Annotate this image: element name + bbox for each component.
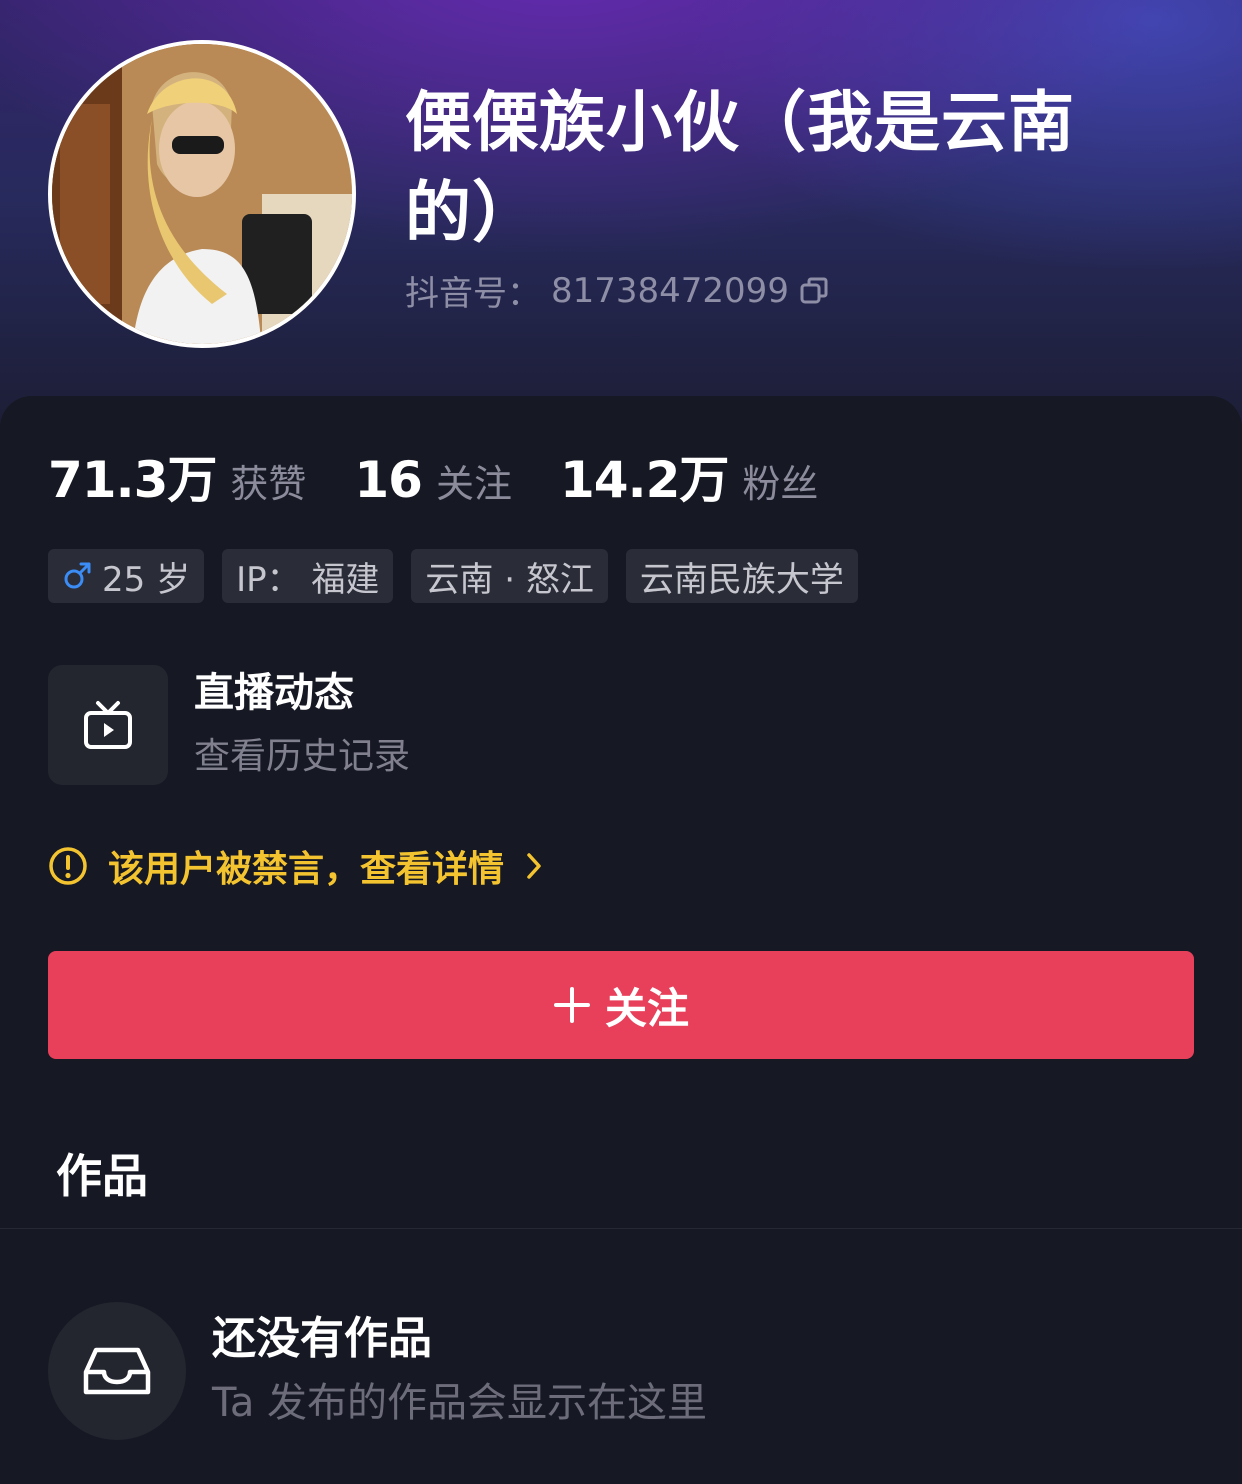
live-history-entry[interactable]: 直播动态 查看历史记录 xyxy=(48,663,410,787)
stat-followers[interactable]: 14.2万 粉丝 xyxy=(560,440,818,512)
avatar[interactable] xyxy=(48,40,356,348)
avatar-photo xyxy=(52,44,352,344)
live-text: 直播动态 查看历史记录 xyxy=(194,663,410,787)
stat-label: 获赞 xyxy=(230,462,307,506)
empty-icon-box xyxy=(48,1302,186,1440)
stats-row: 71.3万 获赞 16 关注 14.2万 粉丝 xyxy=(48,440,866,512)
profile-name: 傈傈族小伙（我是云南的） xyxy=(405,84,1075,251)
tag-location: 云南 · 怒江 xyxy=(411,549,608,603)
empty-works: 还没有作品 Ta 发布的作品会显示在这里 xyxy=(48,1302,707,1440)
douyin-id-label: 抖音号： xyxy=(405,274,541,314)
douyin-id-value: 81738472099 xyxy=(551,270,789,311)
tag-age: 25 岁 xyxy=(48,549,205,603)
inbox-icon xyxy=(83,1347,151,1395)
stat-value: 71.3万 xyxy=(48,451,217,509)
ban-notice-text: 该用户被禁言，查看详情 xyxy=(108,849,505,890)
tag-age-label: 25 岁 xyxy=(102,559,191,600)
tab-works[interactable]: 作品 xyxy=(56,1140,148,1206)
empty-subtitle: Ta 发布的作品会显示在这里 xyxy=(212,1380,708,1426)
stat-value: 14.2万 xyxy=(560,451,729,509)
plus-icon xyxy=(553,987,590,1023)
follow-button-label: 关注 xyxy=(604,983,689,1033)
profile-tags: 25 岁 IP： 福建 云南 · 怒江 云南民族大学 xyxy=(48,549,858,603)
warning-icon xyxy=(49,847,87,885)
male-icon xyxy=(64,562,91,589)
stat-likes[interactable]: 71.3万 获赞 xyxy=(48,440,306,512)
douyin-id[interactable]: 抖音号： 81738472099 xyxy=(405,266,829,315)
live-subtitle: 查看历史记录 xyxy=(194,736,411,777)
live-title: 直播动态 xyxy=(194,670,354,716)
tv-icon xyxy=(84,701,132,749)
tab-divider xyxy=(0,1228,1242,1229)
chevron-right-icon xyxy=(527,853,541,879)
follow-button[interactable]: 关注 xyxy=(48,951,1194,1059)
tag-ip-label: IP： 福建 xyxy=(236,559,380,600)
tag-school[interactable]: 云南民族大学 xyxy=(625,549,858,603)
tag-ip: IP： 福建 xyxy=(222,549,394,603)
ban-notice[interactable]: 该用户被禁言，查看详情 xyxy=(48,840,544,892)
copy-icon[interactable] xyxy=(799,276,829,306)
stat-label: 粉丝 xyxy=(742,462,819,506)
empty-title: 还没有作品 xyxy=(212,1313,432,1364)
stat-following[interactable]: 16 关注 xyxy=(354,451,512,509)
live-icon-box xyxy=(48,665,168,785)
empty-text: 还没有作品 Ta 发布的作品会显示在这里 xyxy=(212,1308,707,1434)
stat-value: 16 xyxy=(354,451,423,509)
stat-label: 关注 xyxy=(435,462,512,506)
tag-location-label: 云南 · 怒江 xyxy=(425,559,594,600)
tag-school-label: 云南民族大学 xyxy=(639,559,844,600)
